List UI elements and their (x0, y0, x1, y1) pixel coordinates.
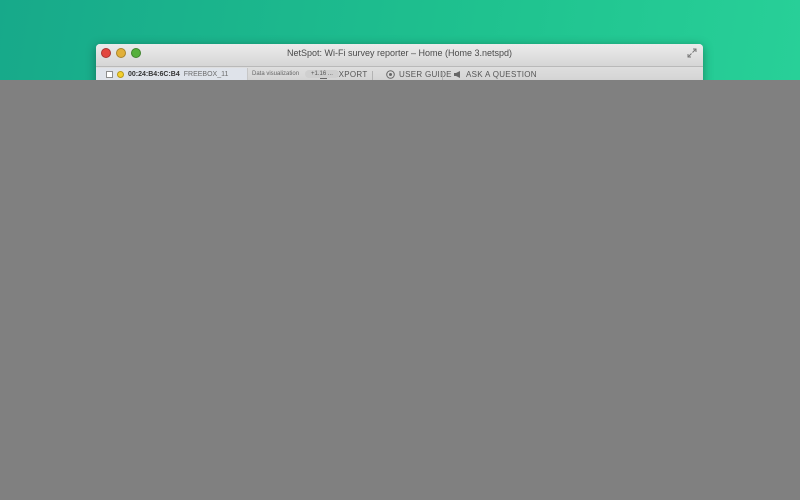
megaphone-icon (454, 71, 460, 78)
access-point-ssid: FREEBOX_11 (183, 70, 229, 78)
visualization-pill[interactable]: +1.16 ... (305, 70, 339, 78)
signal-strength-icon (117, 70, 124, 78)
fullscreen-icon[interactable] (687, 48, 697, 58)
visualization-filter: Data visualization +1.16 ... (252, 70, 339, 78)
redaction-overlay (0, 80, 800, 500)
ask-question-label: ASK A QUESTION (466, 70, 537, 79)
visualization-label: Data visualization (252, 71, 300, 77)
access-point-checkbox[interactable] (106, 70, 113, 78)
title-bar[interactable]: NetSpot: Wi-Fi survey reporter – Home (H… (96, 44, 703, 67)
access-point-mac: 00:24:B4:6C:B4 (128, 70, 180, 78)
ask-question-button[interactable]: ASK A QUESTION (453, 70, 537, 79)
help-icon (386, 70, 395, 79)
user-guide-label: USER GUIDE (399, 70, 452, 79)
access-point-row[interactable]: 00:24:B4:6C:B4 FREEBOX_11 (96, 68, 248, 80)
window-title: NetSpot: Wi-Fi survey reporter – Home (H… (286, 48, 513, 58)
desktop-background: NetSpot: Wi-Fi survey reporter – Home (H… (0, 0, 800, 500)
